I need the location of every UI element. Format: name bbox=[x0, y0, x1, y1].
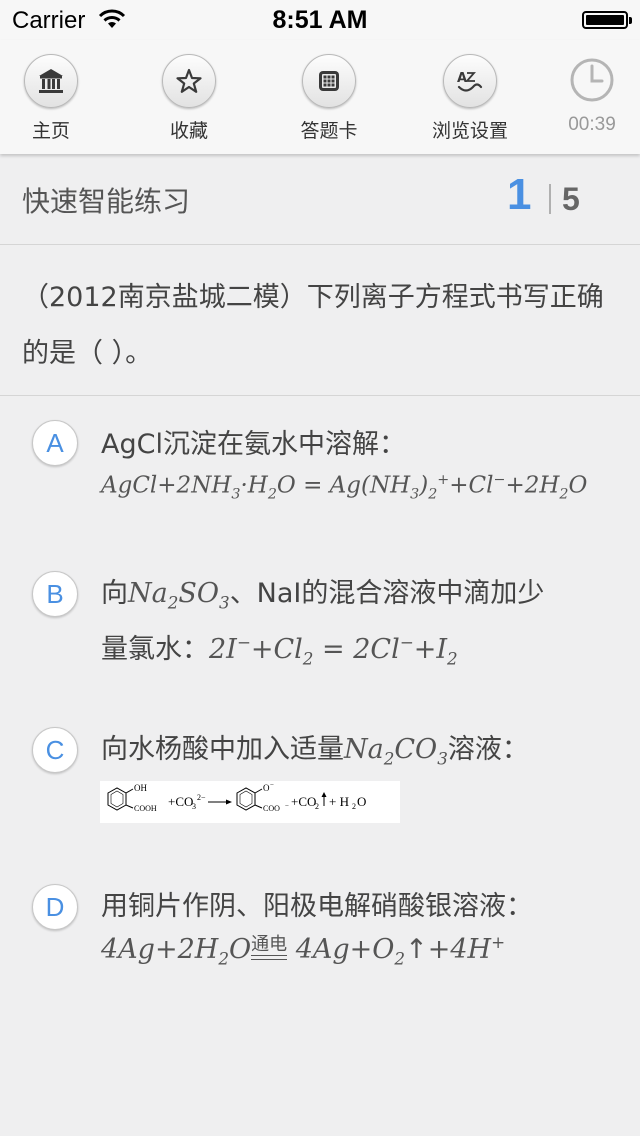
svg-text:2: 2 bbox=[315, 802, 319, 811]
font-settings-icon: A bbox=[457, 71, 483, 92]
answer-card-button[interactable]: 答题卡 bbox=[274, 54, 384, 143]
reaction-image: OH COOH +CO 3 2− O − COO − +CO 2 + H 2 O bbox=[100, 781, 400, 823]
option-c-badge[interactable]: C bbox=[32, 727, 78, 773]
option-c-text: 向水杨酸中加入适量Na2CO3溶液： bbox=[101, 734, 529, 769]
current-question-number: 1 bbox=[507, 170, 532, 219]
svg-text:2: 2 bbox=[352, 802, 356, 811]
svg-text:+CO: +CO bbox=[168, 794, 193, 809]
svg-text:3: 3 bbox=[192, 802, 196, 811]
svg-text:+CO: +CO bbox=[291, 794, 316, 809]
svg-text:2−: 2− bbox=[197, 793, 206, 802]
option-b-text-line2: 量氯水：2I−+Cl2 = 2Cl−+I2 bbox=[101, 632, 458, 669]
clock-icon bbox=[570, 58, 614, 102]
electrolysis-condition: 通电 bbox=[251, 934, 288, 956]
favorite-button[interactable]: 收藏 bbox=[134, 54, 244, 143]
option-d-equation: 4Ag+2H2O 通电 4Ag+O2↑+4H+ bbox=[101, 932, 506, 969]
svg-text:+ H: + H bbox=[329, 794, 349, 809]
home-button[interactable]: 主页 bbox=[0, 54, 106, 143]
view-settings-label: 浏览设置 bbox=[431, 120, 508, 142]
divider bbox=[0, 395, 640, 396]
practice-header: 快速智能练习 1 5 bbox=[0, 154, 640, 245]
answer-card-icon bbox=[319, 71, 339, 91]
divider bbox=[549, 184, 551, 214]
toolbar: 主页 收藏 答题卡 A 浏览设置 00:39 bbox=[0, 40, 640, 154]
question-text: （2012南京盐城二模）下列离子方程式书写正确的是（ ）。 bbox=[22, 282, 604, 369]
svg-text:−: − bbox=[270, 781, 274, 789]
option-b-badge[interactable]: B bbox=[32, 571, 78, 617]
option-a-badge[interactable]: A bbox=[32, 420, 78, 466]
option-d-text: 用铜片作阴、阳极电解硝酸银溶液： bbox=[101, 891, 533, 922]
option-a-equation: AgCl+2NH3·H2O = Ag(NH3)2++Cl−+2H2O bbox=[101, 472, 588, 503]
svg-text:COOH: COOH bbox=[134, 804, 157, 813]
svg-text:O: O bbox=[263, 783, 270, 793]
timer: 00:39 bbox=[537, 54, 640, 136]
favorite-label: 收藏 bbox=[169, 120, 208, 142]
svg-text:O: O bbox=[357, 794, 366, 809]
option-b-text: 向Na2SO3、NaI的混合溶液中滴加少 bbox=[101, 578, 545, 613]
total-question-number: 5 bbox=[562, 181, 580, 217]
status-bar: Carrier 8:51 AM bbox=[0, 0, 640, 40]
page-title: 快速智能练习 bbox=[22, 185, 191, 218]
view-settings-button[interactable]: A 浏览设置 bbox=[415, 54, 525, 143]
svg-text:OH: OH bbox=[134, 783, 147, 793]
bank-icon bbox=[39, 69, 63, 93]
svg-text:A: A bbox=[457, 71, 467, 86]
answer-card-label: 答题卡 bbox=[300, 120, 358, 142]
timer-label: 00:39 bbox=[568, 114, 616, 135]
svg-text:COO: COO bbox=[263, 804, 280, 813]
star-icon bbox=[176, 68, 202, 93]
home-label: 主页 bbox=[31, 120, 70, 142]
battery-icon bbox=[582, 11, 632, 29]
status-time: 8:51 AM bbox=[272, 6, 368, 34]
option-d-badge[interactable]: D bbox=[32, 884, 78, 930]
svg-text:−: − bbox=[285, 802, 289, 810]
option-a-text: AgCl沉淀在氨水中溶解： bbox=[101, 429, 406, 460]
